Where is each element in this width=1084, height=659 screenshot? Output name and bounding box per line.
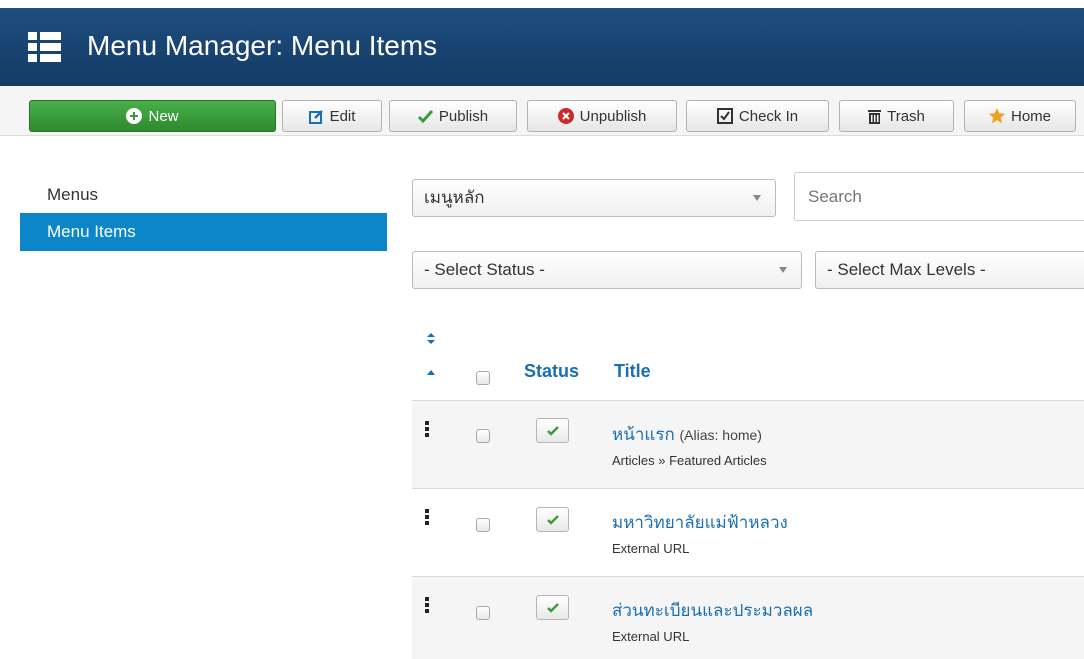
- edit-button[interactable]: Edit: [282, 100, 382, 132]
- publish-label: Publish: [438, 107, 489, 125]
- unpublish-button[interactable]: Unpublish: [527, 100, 677, 132]
- drag-handle-icon[interactable]: [425, 597, 429, 615]
- home-label: Home: [1010, 107, 1051, 125]
- status-select-value: - Select Status -: [424, 260, 545, 279]
- toolbar: New Edit Publish Unpublish Check In Tras…: [0, 86, 1084, 136]
- chevron-down-icon: [753, 195, 761, 201]
- sidebar-item-menu-items[interactable]: Menu Items: [20, 213, 387, 251]
- drag-handle-icon[interactable]: [425, 509, 429, 527]
- row-checkbox[interactable]: [476, 606, 490, 620]
- row-checkbox[interactable]: [476, 429, 490, 443]
- sidebar-item-label: Menu Items: [47, 222, 136, 241]
- menu-list-icon: [28, 32, 61, 62]
- check-in-button[interactable]: Check In: [686, 100, 829, 132]
- menu-item-type: External URL: [612, 629, 690, 644]
- checkmark-icon: [546, 514, 559, 525]
- chevron-down-icon: [779, 267, 787, 273]
- status-select[interactable]: - Select Status -: [412, 251, 802, 289]
- menu-item-title[interactable]: หน้าแรก: [612, 425, 675, 444]
- menu-select[interactable]: เมนูหลัก: [412, 179, 776, 217]
- published-toggle-button[interactable]: [536, 418, 569, 443]
- sort-ordering-icon[interactable]: [426, 332, 436, 380]
- table-row: ส่วนทะเบียนและประมวลผล External URL: [412, 576, 1084, 659]
- menu-item-type: Articles » Featured Articles: [612, 453, 767, 468]
- menu-item-title-link[interactable]: ส่วนทะเบียนและประมวลผล: [612, 597, 813, 624]
- max-levels-select-value: - Select Max Levels -: [827, 260, 986, 279]
- published-toggle-button[interactable]: [536, 595, 569, 620]
- check-in-label: Check In: [738, 107, 799, 125]
- trash-icon: [868, 109, 882, 124]
- home-button[interactable]: Home: [964, 100, 1076, 132]
- sidebar-item-menus[interactable]: Menus: [20, 176, 387, 214]
- row-checkbox[interactable]: [476, 518, 490, 532]
- checkmark-icon: [546, 602, 559, 613]
- edit-label: Edit: [329, 107, 356, 125]
- new-label: New: [148, 107, 179, 125]
- new-button[interactable]: New: [29, 100, 276, 132]
- edit-icon: [308, 109, 323, 124]
- plus-circle-icon: [126, 108, 143, 124]
- star-icon: [988, 108, 1005, 124]
- page-title: Menu Manager: Menu Items: [87, 30, 438, 61]
- trash-button[interactable]: Trash: [839, 100, 954, 132]
- menu-item-alias: (Alias: home): [679, 427, 762, 443]
- menu-item-title-link[interactable]: มหาวิทยาลัยแม่ฟ้าหลวง: [612, 509, 788, 536]
- unpublish-label: Unpublish: [579, 107, 647, 125]
- checkmark-icon: [417, 109, 433, 123]
- max-levels-select[interactable]: - Select Max Levels -: [815, 251, 1084, 289]
- publish-button[interactable]: Publish: [389, 100, 517, 132]
- cancel-circle-icon: [557, 108, 574, 124]
- published-toggle-button[interactable]: [536, 507, 569, 532]
- checkbox-icon: [716, 108, 733, 124]
- column-header-status[interactable]: Status: [524, 361, 579, 382]
- table-row: มหาวิทยาลัยแม่ฟ้าหลวง External URL: [412, 488, 1084, 576]
- menu-select-value: เมนูหลัก: [424, 188, 485, 207]
- page-header: Menu Manager: Menu Items: [0, 8, 1084, 86]
- checkmark-icon: [546, 425, 559, 436]
- drag-handle-icon[interactable]: [425, 421, 429, 439]
- trash-label: Trash: [887, 107, 925, 125]
- search-input[interactable]: [794, 172, 1084, 221]
- menu-item-title-link[interactable]: หน้าแรก (Alias: home): [612, 421, 762, 448]
- menu-item-type: External URL: [612, 541, 690, 556]
- select-all-checkbox[interactable]: [476, 371, 490, 385]
- sidebar-item-label: Menus: [47, 185, 99, 204]
- column-header-title[interactable]: Title: [614, 361, 651, 382]
- table-row: หน้าแรก (Alias: home) Articles » Feature…: [412, 400, 1084, 488]
